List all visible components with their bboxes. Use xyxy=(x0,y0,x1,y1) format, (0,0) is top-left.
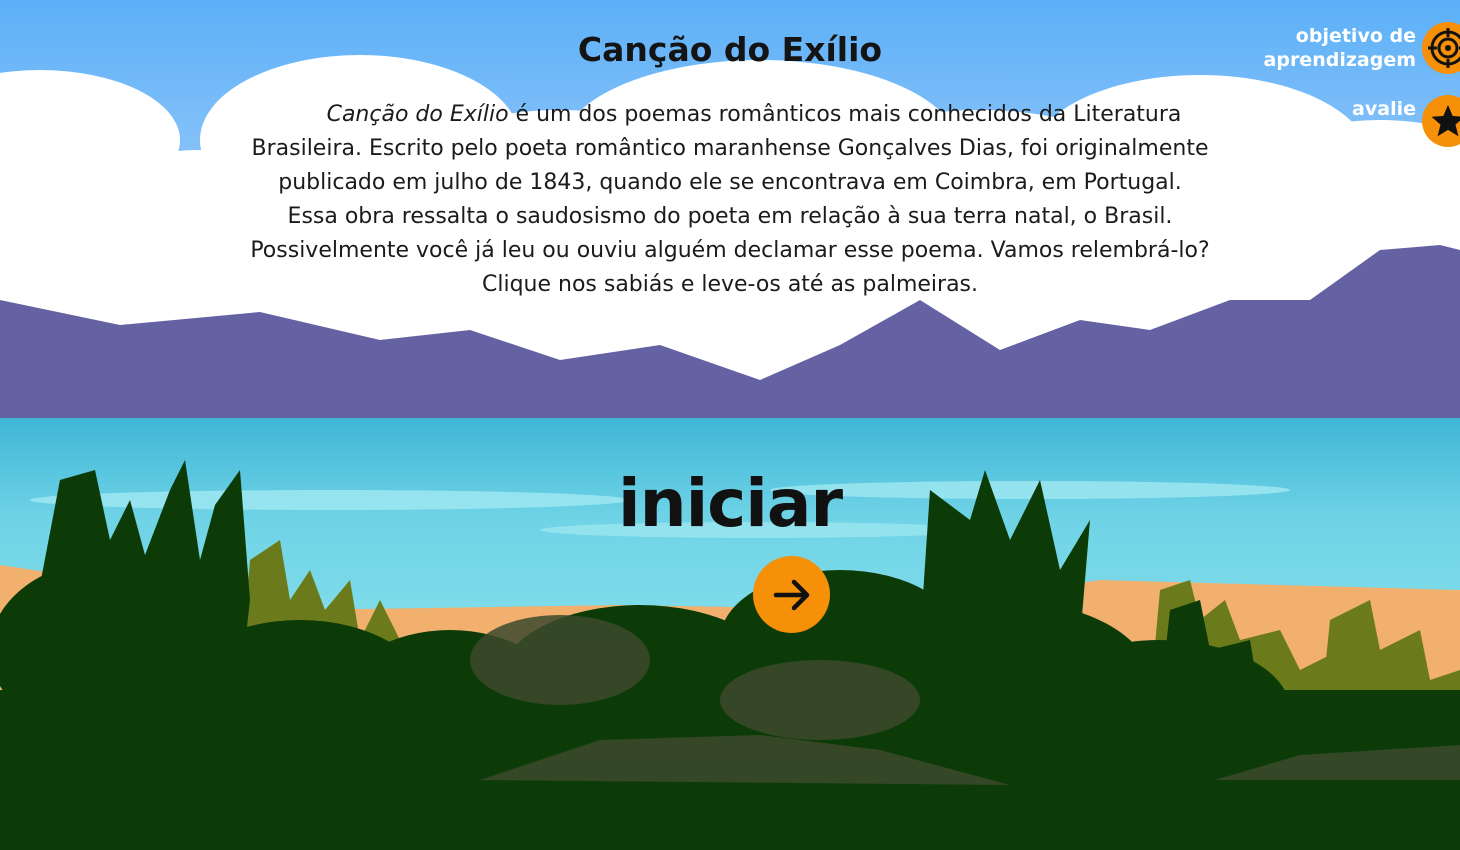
learning-objective-button[interactable]: objetivo de aprendizagem xyxy=(1264,22,1460,74)
star-icon xyxy=(1422,95,1460,147)
start-label: iniciar xyxy=(617,465,843,542)
learning-objective-label: objetivo de aprendizagem xyxy=(1263,25,1416,71)
page-title: Canção do Exílio xyxy=(577,30,883,69)
rate-label: avalie este od xyxy=(1336,98,1416,144)
intro-paragraph-2: Essa obra ressalta o saudosismo do poeta… xyxy=(250,204,1210,297)
arrow-right-icon xyxy=(773,579,809,610)
rate-button[interactable]: avalie este od xyxy=(1337,95,1460,147)
target-icon xyxy=(1422,22,1460,74)
intro-text: Canção do Exílio é um dos poemas românti… xyxy=(235,98,1225,302)
start-button[interactable] xyxy=(753,556,830,633)
intro-paragraph-1: Canção do Exílio é um dos poemas românti… xyxy=(235,98,1225,200)
poem-title-italic: Canção do Exílio xyxy=(326,102,509,127)
